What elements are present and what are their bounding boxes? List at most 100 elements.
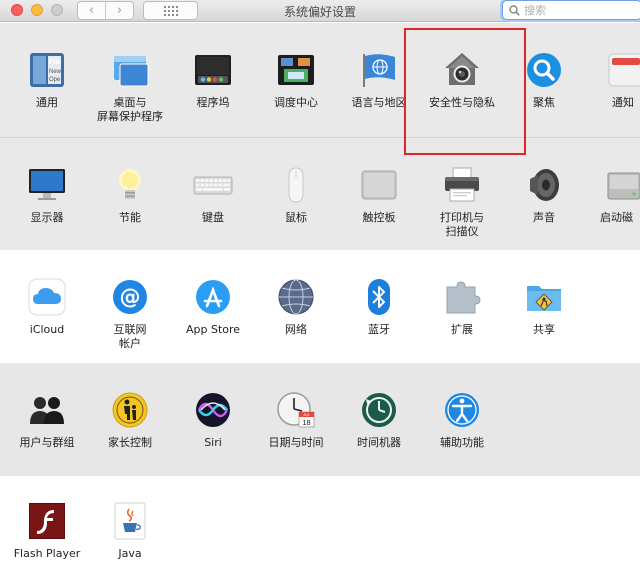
general-icon: File New Ope xyxy=(27,50,67,90)
svg-text:JUL: JUL xyxy=(303,412,311,417)
pane-row-other: Flash Player Java xyxy=(0,476,640,574)
pane-label: 网络 xyxy=(285,323,307,336)
pane-row-system: 用户与群组 家长控制 Siri JUL 18 日期与时间 时间机器 辅助功能 xyxy=(0,363,640,476)
flash-player-icon xyxy=(27,501,67,541)
pane-label: 辅助功能 xyxy=(440,436,484,449)
mouse-icon xyxy=(276,165,316,205)
pane-desktop-screensaver[interactable]: 桌面与 屏幕保护程序 xyxy=(88,50,172,124)
network-icon xyxy=(276,277,316,317)
pane-extensions[interactable]: 扩展 xyxy=(420,277,504,337)
pane-keyboard[interactable]: 键盘 xyxy=(171,165,255,225)
pane-accessibility[interactable]: 辅助功能 xyxy=(420,390,504,450)
pane-trackpad[interactable]: 触控板 xyxy=(337,165,421,225)
svg-text:Ope: Ope xyxy=(49,77,61,83)
back-button[interactable]: ‹ xyxy=(78,2,105,19)
internet-accounts-icon: @ xyxy=(110,277,150,317)
energy-saver-icon xyxy=(110,165,150,205)
pane-startup-disk[interactable]: 启动磁 xyxy=(586,165,640,225)
pane-label: 触控板 xyxy=(362,211,396,224)
pane-app-store[interactable]: App Store xyxy=(171,277,255,337)
pane-internet-accounts[interactable]: @ 互联网 帐户 xyxy=(88,277,172,351)
nav-buttons: ‹ › xyxy=(77,1,134,20)
pane-users-groups[interactable]: 用户与群组 xyxy=(5,390,89,450)
dock-icon xyxy=(193,50,233,90)
pane-label: Flash Player xyxy=(13,547,81,560)
desktop-screensaver-icon xyxy=(110,50,150,90)
pane-label: iCloud xyxy=(29,323,65,336)
pane-label: 显示器 xyxy=(30,211,64,224)
pane-row-hardware: 显示器 节能 键盘 鼠标 触控板 打印机与 扫描仪 声音 启动磁 xyxy=(0,137,640,250)
pane-siri[interactable]: Siri xyxy=(171,390,255,450)
printers-scanners-icon xyxy=(442,165,482,205)
trackpad-icon xyxy=(359,165,399,205)
startup-disk-icon xyxy=(604,165,640,205)
pane-time-machine[interactable]: 时间机器 xyxy=(337,390,421,450)
title-bar: ‹ › 系统偏好设置 搜索 xyxy=(0,0,640,22)
date-time-icon: JUL 18 xyxy=(276,390,316,430)
extensions-icon xyxy=(442,277,482,317)
pane-label: 共享 xyxy=(533,323,555,336)
pane-label: 蓝牙 xyxy=(368,323,390,336)
notifications-icon xyxy=(606,50,640,90)
svg-text:@: @ xyxy=(120,285,141,309)
pane-bluetooth[interactable]: 蓝牙 xyxy=(337,277,421,337)
show-all-button[interactable] xyxy=(143,1,198,20)
siri-icon xyxy=(193,390,233,430)
pane-security-privacy[interactable]: 安全性与隐私 xyxy=(420,50,504,110)
search-placeholder: 搜索 xyxy=(524,4,546,17)
svg-text:18: 18 xyxy=(302,418,310,427)
pane-sharing[interactable]: 共享 xyxy=(502,277,586,337)
grid-icon xyxy=(163,5,178,16)
pane-label: 互联网 帐户 xyxy=(113,323,147,350)
pane-label: Siri xyxy=(204,436,222,449)
pane-flash-player[interactable]: Flash Player xyxy=(5,501,89,561)
pane-language-region[interactable]: 语言与地区 xyxy=(337,50,421,110)
spotlight-icon xyxy=(524,50,564,90)
pane-label: 家长控制 xyxy=(108,436,152,449)
pane-displays[interactable]: 显示器 xyxy=(5,165,89,225)
pane-parental-controls[interactable]: 家长控制 xyxy=(88,390,172,450)
pane-dock[interactable]: 程序坞 xyxy=(171,50,255,110)
zoom-window-button[interactable] xyxy=(51,4,63,16)
pane-printers-scanners[interactable]: 打印机与 扫描仪 xyxy=(420,165,504,239)
pane-label: 聚焦 xyxy=(533,96,555,109)
pane-network[interactable]: 网络 xyxy=(254,277,338,337)
security-privacy-icon xyxy=(442,50,482,90)
pane-row-internet: iCloud @ 互联网 帐户 App Store 网络 蓝牙 扩展 共享 xyxy=(0,250,640,363)
sharing-icon xyxy=(524,277,564,317)
pane-spotlight[interactable]: 聚焦 xyxy=(502,50,586,110)
pane-sound[interactable]: 声音 xyxy=(502,165,586,225)
pane-general[interactable]: File New Ope 通用 xyxy=(5,50,89,110)
pane-notifications[interactable]: 通知 xyxy=(586,50,640,110)
search-field[interactable]: 搜索 xyxy=(502,0,640,20)
close-window-button[interactable] xyxy=(11,4,23,16)
forward-button[interactable]: › xyxy=(105,2,133,19)
icloud-icon xyxy=(27,277,67,317)
pane-label: Java xyxy=(118,547,142,560)
minimize-window-button[interactable] xyxy=(31,4,43,16)
pane-mouse[interactable]: 鼠标 xyxy=(254,165,338,225)
pane-label: 声音 xyxy=(533,211,555,224)
pane-date-time[interactable]: JUL 18 日期与时间 xyxy=(254,390,338,450)
pane-label: 日期与时间 xyxy=(268,436,324,449)
pane-label: 用户与群组 xyxy=(19,436,75,449)
pane-label: 程序坞 xyxy=(196,96,230,109)
parental-controls-icon xyxy=(110,390,150,430)
pane-mission-control[interactable]: 调度中心 xyxy=(254,50,338,110)
pane-label: 鼠标 xyxy=(285,211,307,224)
pane-icloud[interactable]: iCloud xyxy=(5,277,89,337)
pane-energy-saver[interactable]: 节能 xyxy=(88,165,172,225)
accessibility-icon xyxy=(442,390,482,430)
time-machine-icon xyxy=(359,390,399,430)
search-icon xyxy=(509,4,520,16)
pane-java[interactable]: Java xyxy=(88,501,172,561)
pane-label: 启动磁 xyxy=(600,211,633,224)
pane-label: App Store xyxy=(185,323,241,336)
window-title: 系统偏好设置 xyxy=(283,5,356,19)
keyboard-icon xyxy=(193,165,233,205)
pane-label: 扩展 xyxy=(451,323,473,336)
pane-label: 安全性与隐私 xyxy=(429,96,495,109)
mission-control-icon xyxy=(276,50,316,90)
pane-label: 通用 xyxy=(36,96,58,109)
pane-label: 通知 xyxy=(612,96,634,109)
